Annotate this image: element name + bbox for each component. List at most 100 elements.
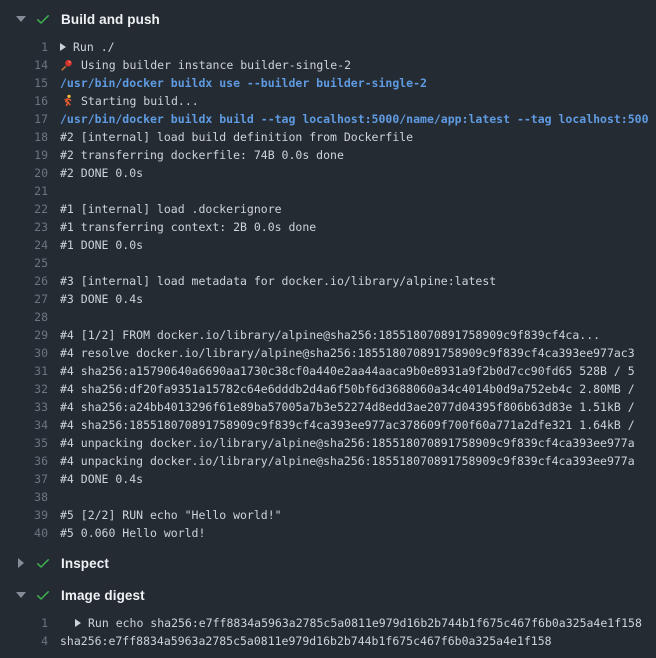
chevron-down-icon [14, 592, 28, 598]
section-header-image-digest[interactable]: Image digest [0, 584, 656, 606]
group-arrow-icon[interactable] [60, 43, 66, 51]
line-number[interactable]: 34 [0, 416, 48, 434]
log-line: 19 #2 transferring dockerfile: 74B 0.0s d… [0, 146, 656, 164]
log-text: #4 [1/2] FROM docker.io/library/alpine@s… [60, 326, 600, 344]
line-number[interactable]: 4 [0, 632, 48, 650]
log-text: Run echo sha256:e7ff8834a5963a2785c5a081… [88, 614, 642, 632]
chevron-down-icon [14, 16, 28, 22]
line-number[interactable]: 31 [0, 362, 48, 380]
log-text: Starting build... [81, 92, 199, 110]
chevron-right-icon [14, 558, 28, 568]
log-lines-image-digest: 1 Run echo sha256:e7ff8834a5963a2785c5a08… [0, 614, 656, 650]
line-number[interactable]: 15 [0, 74, 48, 92]
log-line: 25 [0, 254, 656, 272]
log-line: 15/usr/bin/docker buildx use --builder b… [0, 74, 656, 92]
line-number[interactable]: 14 [0, 56, 48, 74]
log-line: 20 #2 DONE 0.0s [0, 164, 656, 182]
log-line: 1 Run echo sha256:e7ff8834a5963a2785c5a08… [0, 614, 656, 632]
line-number[interactable]: 1 [0, 614, 48, 632]
log-text: #4 unpacking docker.io/library/alpine@sh… [60, 434, 635, 452]
line-number[interactable]: 27 [0, 290, 48, 308]
line-number[interactable]: 26 [0, 272, 48, 290]
log-line: 37 #4 DONE 0.4s [0, 470, 656, 488]
log-line: 18 #2 [internal] load build definition fr… [0, 128, 656, 146]
log-line: 33 #4 sha256:a24bb4013296f61e89ba57005a7b… [0, 398, 656, 416]
log-line: 32 #4 sha256:df20fa9351a15782c64e6dddb2d4… [0, 380, 656, 398]
line-number[interactable]: 30 [0, 344, 48, 362]
line-number[interactable]: 32 [0, 380, 48, 398]
log-line: 22 #1 [internal] load .dockerignore [0, 200, 656, 218]
log-text: #2 [internal] load build definition from… [60, 128, 413, 146]
log-line: 26 #3 [internal] load metadata for docker… [0, 272, 656, 290]
log-line: 34 #4 sha256:185518070891758909c9f839cf4c… [0, 416, 656, 434]
log-line: 4 sha256:e7ff8834a5963a2785c5a0811e979d16… [0, 632, 656, 650]
log-text: sha256:e7ff8834a5963a2785c5a0811e979d16b… [60, 632, 552, 650]
log-text: #1 DONE 0.0s [60, 236, 143, 254]
line-number[interactable]: 38 [0, 488, 48, 506]
log-text: #5 0.060 Hello world! [60, 524, 205, 542]
log-line: 39 #5 [2/2] RUN echo "Hello world!" [0, 506, 656, 524]
line-number[interactable]: 33 [0, 398, 48, 416]
log-line: 40 #5 0.060 Hello world! [0, 524, 656, 542]
workflow-log-panel: Build and push1Run ./14Using builder ins… [0, 0, 656, 650]
section-title: Inspect [61, 556, 109, 571]
line-number[interactable]: 1 [0, 38, 48, 56]
line-number[interactable]: 36 [0, 452, 48, 470]
check-success-icon [35, 587, 51, 603]
log-line: 14 Using builder instance builder-single-… [0, 56, 656, 74]
line-number[interactable]: 37 [0, 470, 48, 488]
log-line: 30#4 resolve docker.io/library/alpine@sh… [0, 344, 656, 362]
log-text: #4 sha256:a24bb4013296f61e89ba57005a7b3e… [60, 398, 635, 416]
line-number[interactable]: 22 [0, 200, 48, 218]
log-text: Run ./ [73, 38, 115, 56]
log-line: 23 #1 transferring context: 2B 0.0s done [0, 218, 656, 236]
log-line: 1 Run ./ [0, 38, 656, 56]
log-text: /usr/bin/docker buildx use --builder bui… [60, 74, 427, 92]
line-number[interactable]: 40 [0, 524, 48, 542]
log-line: 24 #1 DONE 0.0s [0, 236, 656, 254]
log-text: #3 [internal] load metadata for docker.i… [60, 272, 496, 290]
line-number[interactable]: 21 [0, 182, 48, 200]
log-line: 29 #4 [1/2] FROM docker.io/library/alpine… [0, 326, 656, 344]
line-number[interactable]: 20 [0, 164, 48, 182]
section-header-build-and-push[interactable]: Build and push [0, 8, 656, 30]
log-line: 16 Starting build... [0, 92, 656, 110]
log-text: #2 DONE 0.0s [60, 164, 143, 182]
line-number[interactable]: 25 [0, 254, 48, 272]
line-number[interactable]: 24 [0, 236, 48, 254]
log-text: /usr/bin/docker buildx build --tag local… [60, 110, 649, 128]
line-number[interactable]: 19 [0, 146, 48, 164]
section-header-inspect[interactable]: Inspect [0, 552, 656, 574]
log-text: #4 sha256:185518070891758909c9f839cf4ca3… [60, 416, 635, 434]
runner-icon [60, 94, 74, 108]
log-line: 28 [0, 308, 656, 326]
line-number[interactable]: 29 [0, 326, 48, 344]
log-text: #3 DONE 0.4s [60, 290, 143, 308]
pushpin-icon [60, 58, 74, 72]
line-number[interactable]: 17 [0, 110, 48, 128]
line-number[interactable]: 23 [0, 218, 48, 236]
log-text: #4 sha256:a15790640a6690aa1730c38cf0a440… [60, 362, 635, 380]
check-success-icon [35, 11, 51, 27]
log-text: #5 [2/2] RUN echo "Hello world!" [60, 506, 282, 524]
log-text: #4 unpacking docker.io/library/alpine@sh… [60, 452, 635, 470]
section-title: Image digest [61, 588, 145, 603]
log-line: 36 #4 unpacking docker.io/library/alpine@… [0, 452, 656, 470]
line-number[interactable]: 39 [0, 506, 48, 524]
log-line: 35 #4 unpacking docker.io/library/alpine@… [0, 434, 656, 452]
log-text: #1 transferring context: 2B 0.0s done [60, 218, 316, 236]
log-text: Using builder instance builder-single-2 [81, 56, 351, 74]
line-number[interactable]: 35 [0, 434, 48, 452]
log-text: #2 transferring dockerfile: 74B 0.0s don… [60, 146, 344, 164]
log-line: 38 [0, 488, 656, 506]
line-number[interactable]: 28 [0, 308, 48, 326]
log-line: 21 [0, 182, 656, 200]
check-success-icon [35, 555, 51, 571]
line-number[interactable]: 16 [0, 92, 48, 110]
log-text: #4 DONE 0.4s [60, 470, 143, 488]
section-title: Build and push [61, 12, 160, 27]
log-text: #4 sha256:df20fa9351a15782c64e6dddb2d4a6… [60, 380, 635, 398]
line-number[interactable]: 18 [0, 128, 48, 146]
log-text: #1 [internal] load .dockerignore [60, 200, 282, 218]
group-arrow-icon[interactable] [75, 619, 81, 627]
